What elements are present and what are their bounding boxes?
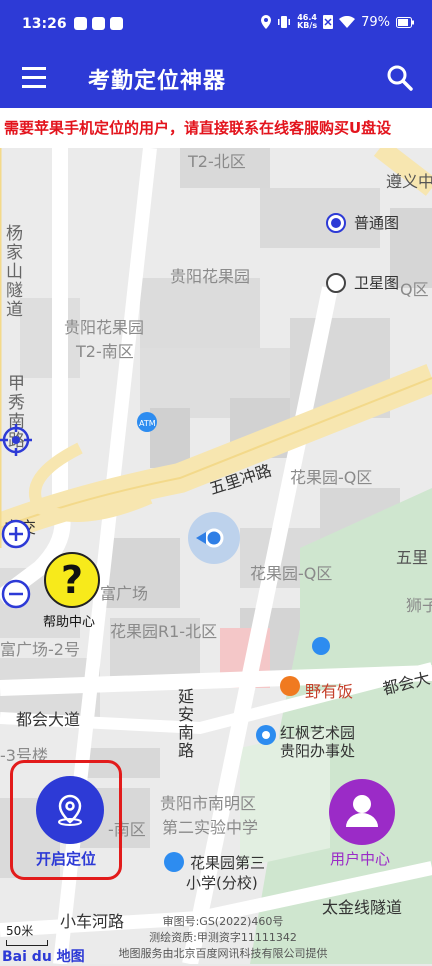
map-label: 花果园第三 <box>190 854 266 872</box>
map-label: 贵阳办事处 <box>280 742 356 760</box>
app-bar: 考勤定位神器 <box>0 48 432 108</box>
map-label: 遵义中 <box>386 172 432 191</box>
question-icon: ? <box>44 552 100 608</box>
map-label: 花果园R1-北区 <box>110 622 218 641</box>
start-location-label: 开启定位 <box>36 850 97 868</box>
status-right: 46.4 KB/s 79% <box>261 14 414 30</box>
notification-icon <box>74 17 87 30</box>
notification-icon <box>110 17 123 30</box>
radio-normal[interactable] <box>326 212 346 233</box>
map-type-satellite[interactable]: 卫星图 <box>326 272 399 293</box>
notification-icons <box>74 17 123 30</box>
map-label: T2-北区 <box>188 152 246 171</box>
copyright-line: 审图号:GS(2022)460号 <box>162 915 284 928</box>
map-label: 花果园-Q区 <box>290 468 373 487</box>
map-label: 小学(分校) <box>186 874 258 892</box>
help-center-button[interactable]: ? 帮助中心 <box>43 552 100 630</box>
notice-banner: 需要苹果手机定位的用户，请直接联系在线客服购买U盘设 <box>0 108 432 148</box>
map-label: 五里 <box>396 548 429 567</box>
speed-unit: KB/s <box>297 21 318 30</box>
svg-text:ATM: ATM <box>139 419 156 428</box>
map-type-normal-label: 普通图 <box>354 214 400 232</box>
user-center-label: 用户中心 <box>330 850 391 868</box>
app-title: 考勤定位神器 <box>88 69 227 94</box>
notification-icon <box>92 17 105 30</box>
zoom-in-icon[interactable] <box>0 518 32 550</box>
map-label: 狮子 <box>406 596 432 615</box>
map-label: 都会大道 <box>16 710 81 729</box>
location-pin-icon <box>58 794 82 826</box>
menu-icon[interactable] <box>22 67 46 89</box>
copyright-line: 测绘资质:甲测资字11111342 <box>149 931 297 944</box>
status-bar: 13:26 46.4 KB/s 79% <box>0 0 432 48</box>
map-scale: 50米 <box>6 922 48 946</box>
map-type-satellite-label: 卫星图 <box>354 274 400 292</box>
wifi-icon <box>339 16 356 28</box>
map-label: 贵阳花果园 <box>64 318 145 337</box>
map-copyright: 审图号:GS(2022)460号 测绘资质:甲测资字11111342 地图服务由… <box>98 914 348 962</box>
map-label: 富广场 <box>100 584 149 603</box>
map-label: 杨家山隧道 <box>2 224 22 319</box>
network-speed: 46.4 KB/s <box>297 14 317 30</box>
battery-icon <box>396 16 414 28</box>
location-status-icon <box>261 15 272 29</box>
zoom-out-icon[interactable] <box>0 578 32 610</box>
search-icon[interactable] <box>386 64 414 92</box>
map-label: T2-南区 <box>76 342 134 361</box>
map-label: 贵阳市南明区 <box>160 794 257 813</box>
locate-icon[interactable] <box>0 424 32 456</box>
sim-icon <box>323 15 334 29</box>
map-label: 贵阳花果园 <box>170 267 251 286</box>
status-time: 13:26 <box>22 16 67 32</box>
battery-percent: 79% <box>361 14 390 30</box>
map-label: 富广场-2号 <box>0 640 80 659</box>
map-type-normal[interactable]: 普通图 <box>326 212 399 233</box>
vibrate-icon <box>278 16 291 28</box>
radio-satellite[interactable] <box>326 272 346 293</box>
map-label: 延安南路 <box>175 688 194 760</box>
help-center-label: 帮助中心 <box>42 615 95 630</box>
copyright-line: 地图服务由北京百度网讯科技有限公司提供 <box>118 947 328 960</box>
user-center-button[interactable] <box>329 779 395 845</box>
baidu-logo: Bai du 地图 <box>2 949 85 965</box>
map-label: 花果园-Q区 <box>250 564 333 583</box>
map-label: Q区 <box>400 280 429 299</box>
user-icon <box>346 795 378 827</box>
map-label: 第二实验中学 <box>162 818 259 837</box>
scale-label: 50米 <box>6 924 34 938</box>
start-location-button[interactable] <box>36 776 104 844</box>
map-label: 野有饭 <box>305 682 354 701</box>
